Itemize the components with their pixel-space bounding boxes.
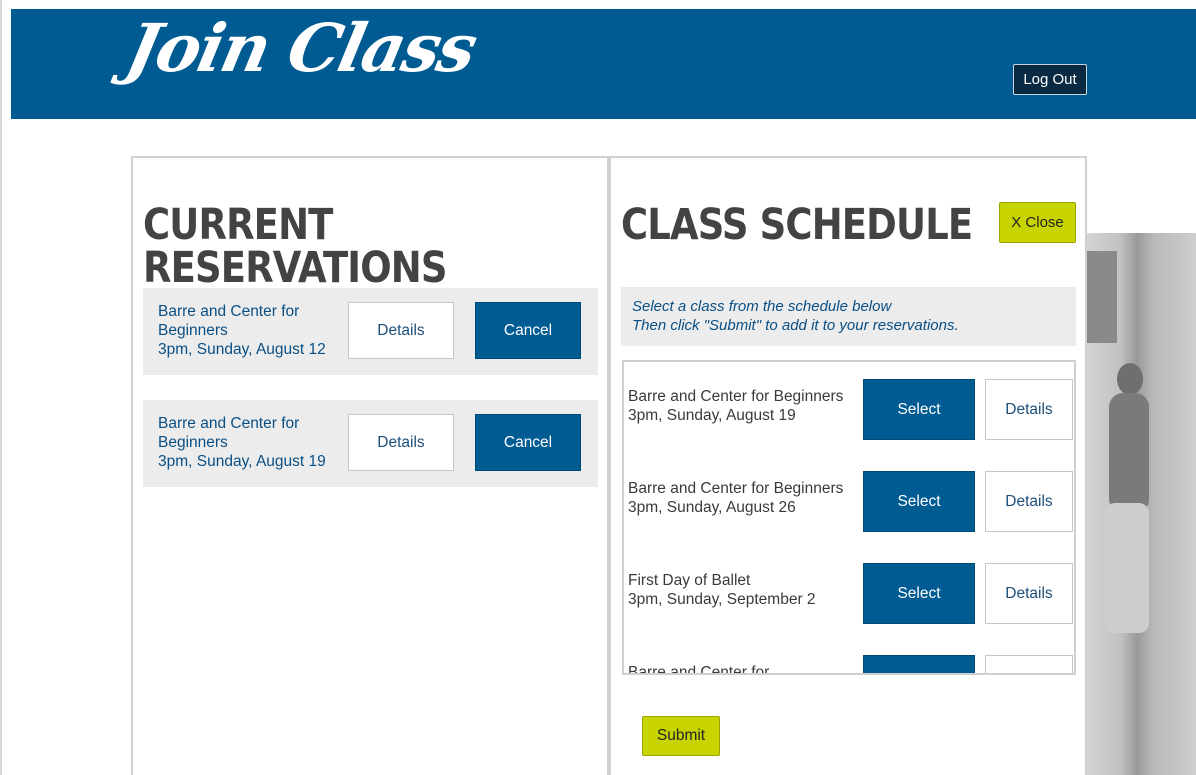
schedule-class-name: Barre and Center for Beginners xyxy=(628,480,844,497)
schedule-class-name: First Day of Ballet xyxy=(628,572,751,589)
schedule-item-info: Barre and Center for Beginners 3pm, Sund… xyxy=(628,387,860,425)
select-class-button[interactable]: Select xyxy=(863,563,975,624)
reservation-class-time: 3pm, Sunday, August 19 xyxy=(158,453,326,470)
class-schedule-title: CLASS SCHEDULE xyxy=(621,200,973,250)
schedule-item: Barre and Center for Beginners 3pm, Sund… xyxy=(624,379,1074,449)
photo-dancer-body xyxy=(1109,393,1149,513)
select-class-button[interactable]: Select xyxy=(863,471,975,532)
schedule-details-button[interactable]: Details xyxy=(985,471,1073,532)
schedule-item-info: Barre and Center for xyxy=(628,663,860,675)
schedule-details-button[interactable]: Details xyxy=(985,563,1073,624)
select-class-button[interactable]: Select xyxy=(863,379,975,440)
class-schedule-list[interactable]: Barre and Center for Beginners 3pm, Sund… xyxy=(622,360,1076,675)
app-header: Join Class Log Out xyxy=(11,9,1196,119)
reservation-info: Barre and Center for Beginners 3pm, Sund… xyxy=(158,302,348,359)
close-schedule-button[interactable]: X Close xyxy=(999,202,1076,243)
dancer-background-photo xyxy=(1087,233,1196,775)
reservation-row: Barre and Center for Beginners 3pm, Sund… xyxy=(143,288,598,375)
schedule-details-button[interactable] xyxy=(985,655,1073,673)
photo-dancer-legs xyxy=(1105,503,1149,633)
reservation-class-name: Barre and Center for Beginners xyxy=(158,415,300,451)
instruction-line-2: Then click "Submit" to add it to your re… xyxy=(632,317,959,334)
instruction-line-1: Select a class from the schedule below xyxy=(632,298,892,315)
reservation-class-name: Barre and Center for Beginners xyxy=(158,303,300,339)
submit-button[interactable]: Submit xyxy=(642,716,720,756)
schedule-instructions: Select a class from the schedule below T… xyxy=(621,287,1076,346)
reservation-row: Barre and Center for Beginners 3pm, Sund… xyxy=(143,400,598,487)
schedule-details-button[interactable]: Details xyxy=(985,379,1073,440)
reservation-class-time: 3pm, Sunday, August 12 xyxy=(158,341,326,358)
current-reservations-panel: CURRENT RESERVATIONS Barre and Center fo… xyxy=(131,156,609,775)
schedule-class-time: 3pm, Sunday, August 26 xyxy=(628,499,796,516)
class-schedule-panel: CLASS SCHEDULE X Close Select a class fr… xyxy=(609,156,1087,775)
schedule-class-time: 3pm, Sunday, August 19 xyxy=(628,407,796,424)
schedule-class-name: Barre and Center for Beginners xyxy=(628,388,844,405)
photo-dancer-head xyxy=(1117,363,1143,395)
select-class-button[interactable] xyxy=(863,655,975,673)
reservation-details-button[interactable]: Details xyxy=(348,414,454,471)
logout-button[interactable]: Log Out xyxy=(1013,64,1087,95)
schedule-class-time: 3pm, Sunday, September 2 xyxy=(628,591,816,608)
schedule-item: First Day of Ballet 3pm, Sunday, Septemb… xyxy=(624,563,1074,633)
page: Join Class Log Out CURRENT RESERVATIONS … xyxy=(0,0,1196,775)
join-class-logo[interactable]: Join Class xyxy=(120,9,483,87)
schedule-item-info: First Day of Ballet 3pm, Sunday, Septemb… xyxy=(628,571,860,609)
schedule-item: Barre and Center for xyxy=(624,655,1074,675)
photo-wall-frame xyxy=(1087,251,1117,343)
reservation-cancel-button[interactable]: Cancel xyxy=(475,302,581,359)
current-reservations-title: CURRENT RESERVATIONS xyxy=(143,200,448,293)
schedule-item-info: Barre and Center for Beginners 3pm, Sund… xyxy=(628,479,860,517)
reservation-details-button[interactable]: Details xyxy=(348,302,454,359)
schedule-item: Barre and Center for Beginners 3pm, Sund… xyxy=(624,471,1074,541)
schedule-class-name: Barre and Center for xyxy=(628,664,770,675)
reservation-cancel-button[interactable]: Cancel xyxy=(475,414,581,471)
reservation-info: Barre and Center for Beginners 3pm, Sund… xyxy=(158,414,348,471)
